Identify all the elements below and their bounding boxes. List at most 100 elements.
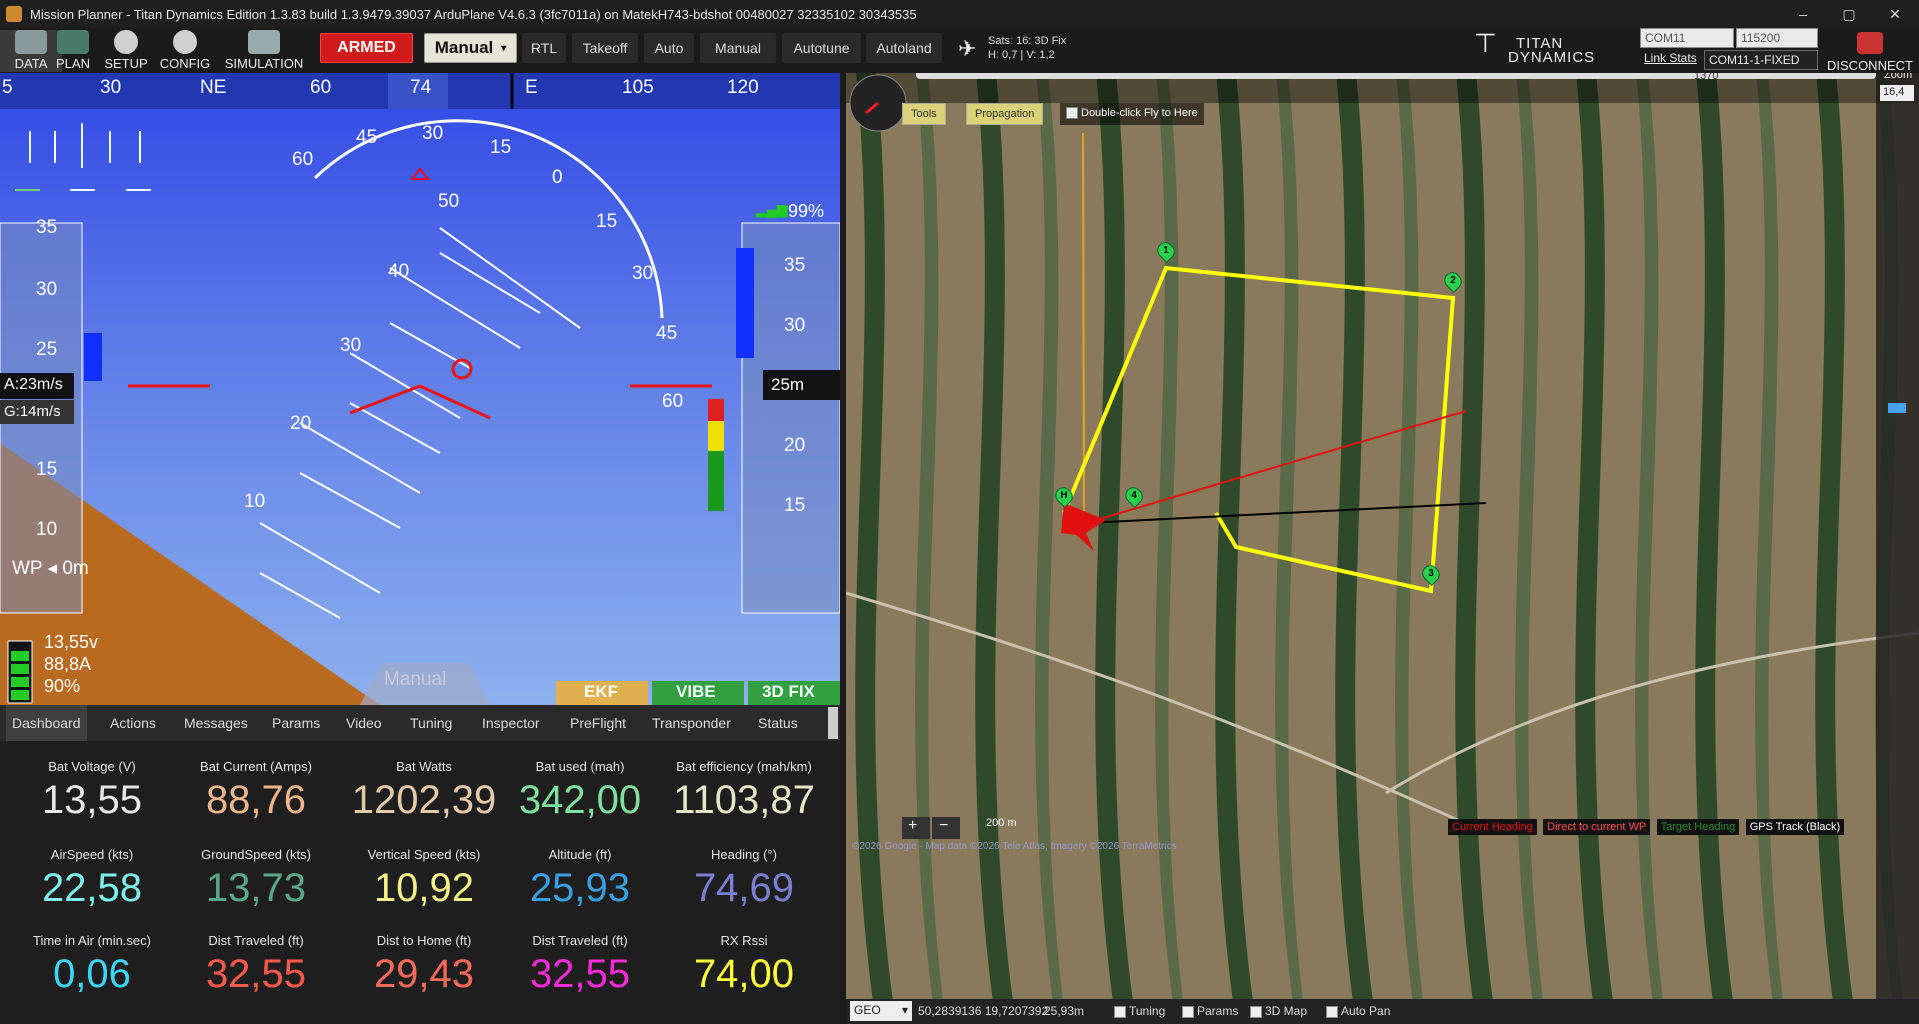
link-stats-link[interactable]: Link Stats (1644, 51, 1697, 65)
dashboard-value: 13,55 (41, 778, 143, 822)
heading-tick: E (525, 77, 538, 98)
legend-current-heading: Current Heading (1448, 819, 1537, 835)
dashboard-cell: Time in Air (min.sec) 0,06 (8, 933, 176, 996)
baud-rate-select[interactable]: 115200 (1736, 28, 1818, 48)
battery-voltage: 13,55v (44, 632, 99, 652)
armed-button[interactable]: ARMED (320, 33, 413, 63)
ekf-badge[interactable]: EKF (584, 682, 618, 702)
dashboard-label: GroundSpeed (kts) (201, 847, 311, 862)
hud-marks-topleft (15, 123, 151, 191)
roll-tick: 30 (632, 263, 654, 284)
zoom-input[interactable]: 16,4 (1880, 85, 1914, 101)
dashboard-label: Vertical Speed (kts) (367, 847, 481, 862)
flight-mode-select[interactable]: Manual ▾ (424, 33, 517, 63)
dashboard-label: Time in Air (min.sec) (33, 933, 151, 948)
tab-status[interactable]: Status (752, 705, 804, 741)
vibe-badge[interactable]: VIBE (676, 682, 716, 702)
3d-map-checkbox[interactable] (1250, 1005, 1262, 1018)
tuning-toggle[interactable]: Tuning (1114, 1004, 1165, 1018)
3d-map-toggle[interactable]: 3D Map (1250, 1004, 1307, 1018)
nav-setup[interactable]: SETUP (95, 30, 157, 72)
timeline-track[interactable] (916, 73, 1876, 79)
coord-mode-select[interactable]: GEO ▾ (850, 1001, 912, 1021)
timeline-value: 1370 (1694, 73, 1719, 82)
speed-tick: 35 (36, 217, 58, 238)
dashboard-label: AirSpeed (kts) (50, 847, 134, 862)
nav-config[interactable]: CONFIG (154, 30, 216, 72)
dashboard-label: Dist Traveled (ft) (532, 933, 628, 948)
zoom-slider-thumb[interactable] (1888, 403, 1906, 413)
legend-direct-wp: Direct to current WP (1543, 819, 1651, 835)
dashboard-value: 22,58 (41, 866, 143, 910)
dashboard-cell: Bat Watts 1202,39 (340, 759, 508, 822)
tab-params[interactable]: Params (266, 705, 326, 741)
chevron-down-icon: ▾ (501, 42, 507, 54)
tab-dashboard[interactable]: Dashboard (6, 705, 87, 741)
tab-tuning[interactable]: Tuning (404, 705, 458, 741)
dashboard-cell: Bat Voltage (V) 13,55 (8, 759, 176, 822)
com-port-value: COM11 (1645, 31, 1686, 45)
params-checkbox[interactable] (1182, 1005, 1194, 1018)
vertical-speed-trend (736, 248, 754, 358)
legend-gps-track: GPS Track (Black) (1745, 819, 1845, 835)
fly-here-label: Double-click Fly to Here (1081, 107, 1198, 119)
disconnect-button[interactable]: DISCONNECT (1824, 30, 1916, 73)
nav-simulation[interactable]: SIMULATION (224, 30, 304, 72)
mode-auto-button[interactable]: Auto (644, 33, 694, 63)
gear-icon (114, 30, 138, 54)
fly-here-checkbox[interactable] (1066, 107, 1078, 120)
tuning-checkbox[interactable] (1114, 1005, 1126, 1018)
roll-tick: 0 (552, 167, 563, 188)
map-zoom-in-button[interactable]: + (908, 817, 917, 835)
maximize-button[interactable]: ▢ (1826, 0, 1872, 28)
groundspeed-readout: G:14m/s (0, 400, 74, 424)
mode-autoland-button[interactable]: Autoland (866, 33, 942, 63)
tab-preflight[interactable]: PreFlight (564, 705, 632, 741)
dashboard-cell: Heading (°) 74,69 (660, 847, 828, 910)
close-button[interactable]: ✕ (1872, 0, 1918, 28)
tab-inspector[interactable]: Inspector (476, 705, 546, 741)
mode-takeoff-button[interactable]: Takeoff (572, 33, 638, 63)
target-heading-line (1082, 132, 1085, 514)
laptop-icon (248, 30, 280, 54)
tab-actions[interactable]: Actions (104, 705, 162, 741)
hdop-text: H: 0,7 | V: 1,2 (988, 49, 1055, 61)
tab-messages[interactable]: Messages (178, 705, 254, 741)
link-select[interactable]: COM11-1-FIXED (1704, 50, 1818, 70)
com-port-select[interactable]: COM11 (1640, 28, 1734, 48)
mode-manual-button[interactable]: Manual (700, 33, 776, 63)
tools-button[interactable]: Tools (902, 103, 946, 125)
dashboard-value: 29,43 (373, 952, 475, 996)
tab-transponder[interactable]: Transponder (646, 705, 737, 741)
map-legend: Current Heading Direct to current WP Tar… (1446, 817, 1845, 835)
speed-tick: 25 (36, 339, 58, 360)
dashboard-label: Dist to Home (ft) (376, 933, 472, 948)
gps-fix-badge[interactable]: 3D FIX (762, 682, 815, 702)
mode-rtl-button[interactable]: RTL (522, 33, 566, 63)
roll-tick: 60 (662, 391, 684, 412)
logo-icon: ⊤ (1474, 28, 1498, 58)
mode-autotune-button[interactable]: Autotune (782, 33, 861, 63)
dashboard-cell: Dist to Home (ft) 29,43 (340, 933, 508, 996)
auto-pan-label: Auto Pan (1341, 1004, 1391, 1018)
titan-dynamics-logo: ⊤ TITAN DYNAMICS (1474, 28, 1624, 68)
heading-tick: 105 (622, 77, 654, 98)
minimize-button[interactable]: – (1780, 0, 1826, 28)
tabs-scrollbar[interactable] (828, 707, 838, 739)
speed-trend (84, 333, 102, 381)
map-panel[interactable]: Tools Propagation Double-click Fly to He… (846, 73, 1919, 1024)
altitude-tape (741, 222, 840, 614)
signal-percent: 99% (788, 201, 825, 221)
auto-pan-toggle[interactable]: Auto Pan (1326, 1004, 1390, 1018)
map-zoom-out-button[interactable]: − (939, 817, 948, 835)
dashboard-label: Bat Voltage (V) (48, 759, 136, 774)
dashboard-value: 74,69 (693, 866, 795, 910)
fly-here-toggle[interactable]: Double-click Fly to Here (1060, 103, 1204, 125)
speed-tick: 15 (36, 459, 58, 480)
tab-video[interactable]: Video (340, 705, 388, 741)
dashboard-value: 342,00 (518, 778, 642, 822)
params-toggle[interactable]: Params (1182, 1004, 1238, 1018)
dashboard-value: 74,00 (693, 952, 795, 996)
auto-pan-checkbox[interactable] (1326, 1005, 1338, 1018)
propagation-button[interactable]: Propagation (966, 103, 1044, 125)
